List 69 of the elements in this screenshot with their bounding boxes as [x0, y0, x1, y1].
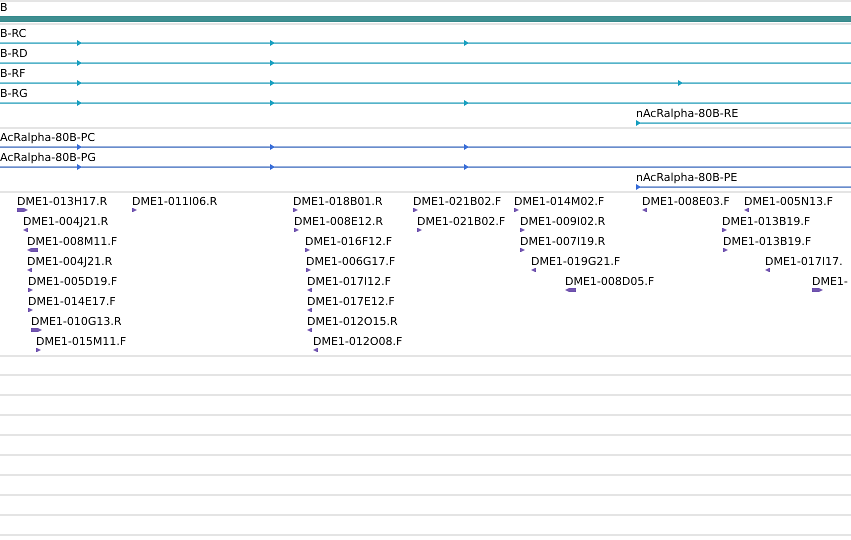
- clone-label: DME1-006G17.F: [306, 255, 396, 268]
- reverse-clone-marker: [307, 328, 312, 332]
- forward-clone-marker: [413, 208, 418, 212]
- forward-clone-marker: [36, 348, 41, 352]
- transcript-label: B-RD: [0, 47, 28, 60]
- gene-label: B: [0, 1, 8, 14]
- clone-label: DME1-011I06.R: [132, 195, 218, 208]
- clone-label: DME1-012O08.F: [313, 335, 402, 348]
- clone-label: DME1-015M11.F: [36, 335, 126, 348]
- reverse-clone-marker: [27, 248, 38, 252]
- protein-label: nAcRalpha-80B-PE: [636, 171, 738, 184]
- clone-label: DME1-008M11.F: [27, 235, 118, 248]
- clone-label: DME1-004J21.R: [27, 255, 112, 268]
- reverse-clone-marker: [307, 308, 312, 312]
- forward-clone-marker: [17, 208, 28, 212]
- clone-label: DME1-013H17.R: [17, 195, 108, 208]
- clone-label: DME1-012O15.R: [307, 315, 398, 328]
- clone-label: DME1-009I02.R: [520, 215, 606, 228]
- clone-label: DME1-008E03.F: [642, 195, 730, 208]
- forward-clone-marker: [31, 328, 42, 332]
- clone-label: DME1-014E17.F: [28, 295, 116, 308]
- reverse-clone-marker: [23, 228, 28, 232]
- clone-label: DME1-010G13.R: [31, 315, 122, 328]
- forward-clone-marker: [293, 208, 298, 212]
- protein-label: AcRalpha-80B-PC: [0, 131, 96, 144]
- reverse-clone-marker: [765, 268, 770, 272]
- reverse-clone-marker: [313, 348, 318, 352]
- forward-clone-marker: [722, 228, 727, 232]
- clone-label: DME1-021B02.F: [417, 215, 506, 228]
- reverse-clone-marker: [565, 288, 576, 292]
- clone-label: DME1-019G21.F: [531, 255, 620, 268]
- forward-clone-marker: [520, 248, 525, 252]
- forward-clone-marker: [305, 248, 310, 252]
- clone-label: DME1-013B19.F: [722, 215, 810, 228]
- clone-label: DME1-017E12.F: [307, 295, 395, 308]
- clone-label: DME1-021B02.F: [413, 195, 502, 208]
- protein-label: AcRalpha-80B-PG: [0, 151, 96, 164]
- reverse-clone-marker: [531, 268, 536, 272]
- transcript-label: B-RG: [0, 87, 28, 100]
- forward-clone-marker: [417, 228, 422, 232]
- forward-clone-marker: [514, 208, 519, 212]
- reverse-clone-marker: [307, 288, 312, 292]
- transcript-label: nAcRalpha-80B-RE: [636, 107, 738, 120]
- clone-label: DME1-008D05.F: [565, 275, 654, 288]
- transcript-label: B-RC: [0, 27, 26, 40]
- reverse-clone-marker: [744, 208, 749, 212]
- clone-label: DME1-017I12.F: [307, 275, 391, 288]
- forward-clone-marker: [723, 248, 728, 252]
- clone-label: DME1-004J21.R: [23, 215, 108, 228]
- clone-label: DME1-014M02.F: [514, 195, 604, 208]
- clone-label: DME1-017I17.: [765, 255, 843, 268]
- clone-label: DME1-005N13.F: [744, 195, 833, 208]
- clone-label: DME1-013B19.F: [723, 235, 812, 248]
- clone-label: DME1-: [812, 275, 848, 288]
- clone-label: DME1-005D19.F: [28, 275, 118, 288]
- forward-clone-marker: [306, 268, 311, 272]
- forward-clone-marker: [132, 208, 137, 212]
- clone-label: DME1-008E12.R: [294, 215, 383, 228]
- forward-clone-marker: [28, 288, 33, 292]
- forward-clone-marker: [520, 228, 525, 232]
- reverse-clone-marker: [27, 268, 32, 272]
- clone-label: DME1-007I19.R: [520, 235, 606, 248]
- reverse-clone-marker: [642, 208, 647, 212]
- forward-clone-marker: [28, 308, 33, 312]
- forward-clone-marker: [812, 288, 823, 292]
- clone-label: DME1-018B01.R: [293, 195, 383, 208]
- transcript-label: B-RF: [0, 67, 26, 80]
- forward-clone-marker: [294, 228, 299, 232]
- clone-label: DME1-016F12.F: [305, 235, 392, 248]
